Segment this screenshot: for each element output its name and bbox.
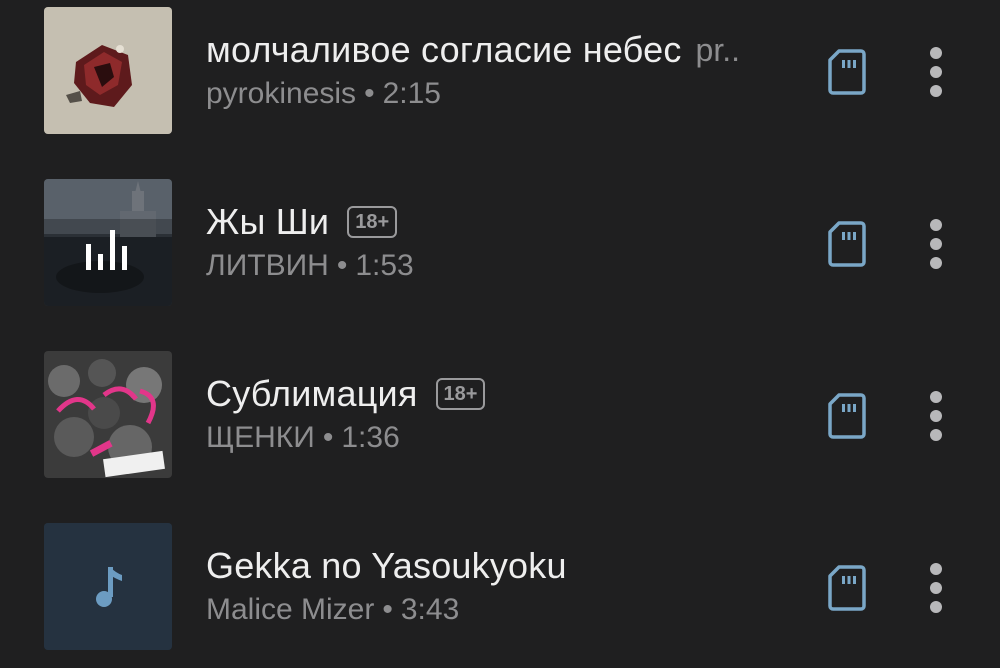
more-options-icon[interactable] bbox=[922, 388, 950, 444]
track-subtitle: pyrokinesis • 2:15 bbox=[206, 77, 441, 111]
album-cover bbox=[44, 523, 172, 650]
more-options-icon[interactable] bbox=[922, 216, 950, 272]
more-options-icon[interactable] bbox=[922, 560, 950, 616]
track-duration: 1:36 bbox=[341, 421, 400, 454]
album-art-pyrokinesis bbox=[44, 7, 172, 134]
track-title-extra: pr.. bbox=[695, 31, 740, 68]
track-duration: 3:43 bbox=[400, 593, 460, 626]
track-row[interactable]: Gekka no Yasoukyoku Malice Mizer • 3:43 bbox=[0, 516, 1000, 668]
track-artist: ЩЕНКИ bbox=[206, 421, 315, 454]
track-title: Жы Ши bbox=[206, 201, 330, 242]
album-art-shchenki bbox=[44, 351, 172, 478]
track-duration: 1:53 bbox=[355, 249, 414, 282]
explicit-badge: 18+ bbox=[347, 206, 398, 238]
sd-card-icon bbox=[828, 49, 866, 95]
track-title: Сублимация bbox=[206, 373, 418, 414]
track-subtitle: ЛИТВИН • 1:53 bbox=[206, 249, 414, 283]
more-options-icon[interactable] bbox=[922, 44, 950, 100]
music-note-icon bbox=[44, 523, 172, 650]
separator: • bbox=[322, 421, 334, 454]
track-list: молчаливое согласие небес pr.. pyrokines… bbox=[0, 0, 1000, 668]
track-artist: Malice Mizer bbox=[206, 593, 375, 626]
sd-card-icon bbox=[828, 393, 866, 439]
track-row[interactable]: Жы Ши 18+ ЛИТВИН • 1:53 bbox=[0, 172, 1000, 344]
album-cover bbox=[44, 7, 172, 134]
track-row[interactable]: молчаливое согласие небес pr.. pyrokines… bbox=[0, 0, 1000, 172]
track-subtitle: Malice Mizer • 3:43 bbox=[206, 593, 459, 627]
separator: • bbox=[382, 593, 393, 626]
separator: • bbox=[336, 249, 348, 282]
explicit-badge: 18+ bbox=[435, 378, 486, 410]
track-artist: ЛИТВИН bbox=[206, 249, 329, 282]
sd-card-icon bbox=[828, 565, 866, 611]
track-duration: 2:15 bbox=[382, 77, 441, 110]
separator: • bbox=[364, 77, 375, 110]
track-row[interactable]: Сублимация 18+ ЩЕНКИ • 1:36 bbox=[0, 344, 1000, 516]
sd-card-icon bbox=[828, 221, 866, 267]
track-title: Gekka no Yasoukyoku bbox=[206, 545, 567, 586]
album-cover bbox=[44, 351, 172, 478]
now-playing-equalizer-icon bbox=[86, 230, 127, 270]
track-subtitle: ЩЕНКИ • 1:36 bbox=[206, 421, 400, 455]
track-title: молчаливое согласие небес bbox=[206, 29, 682, 70]
track-artist: pyrokinesis bbox=[206, 77, 357, 110]
